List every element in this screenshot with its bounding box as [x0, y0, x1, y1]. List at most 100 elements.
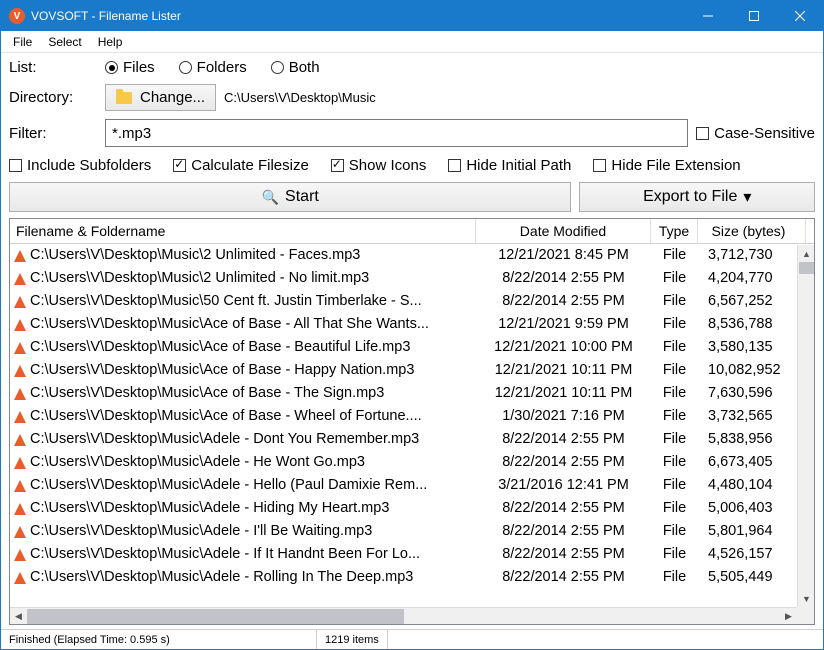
- show-icons-checkbox[interactable]: Show Icons: [331, 157, 427, 174]
- cell-date: 8/22/2014 2:55 PM: [476, 497, 651, 520]
- cell-filename: C:\Users\V\Desktop\Music\2 Unlimited - N…: [30, 267, 369, 290]
- table-row[interactable]: C:\Users\V\Desktop\Music\50 Cent ft. Jus…: [10, 290, 814, 313]
- radio-files[interactable]: Files: [105, 59, 155, 76]
- cell-size: 5,838,956: [698, 428, 806, 451]
- cell-date: 12/21/2021 9:59 PM: [476, 313, 651, 336]
- scroll-right-arrow-icon[interactable]: ▶: [780, 608, 797, 625]
- checkbox-icon: [593, 159, 606, 172]
- scroll-down-arrow-icon[interactable]: ▼: [798, 590, 815, 607]
- cell-date: 3/21/2016 12:41 PM: [476, 474, 651, 497]
- menubar: File Select Help: [1, 31, 823, 53]
- cell-type: File: [651, 405, 698, 428]
- window-title: VOVSOFT - Filename Lister: [31, 9, 181, 23]
- table-row[interactable]: C:\Users\V\Desktop\Music\2 Unlimited - F…: [10, 244, 814, 267]
- vlc-file-icon: [14, 434, 26, 446]
- cell-size: 3,712,730: [698, 244, 806, 267]
- table-row[interactable]: C:\Users\V\Desktop\Music\Adele - Hello (…: [10, 474, 814, 497]
- include-subfolders-label: Include Subfolders: [27, 157, 151, 174]
- scroll-thumb-h[interactable]: [27, 609, 404, 624]
- cell-size: 5,801,964: [698, 520, 806, 543]
- cell-size: 5,006,403: [698, 497, 806, 520]
- table-row[interactable]: C:\Users\V\Desktop\Music\Adele - Dont Yo…: [10, 428, 814, 451]
- menu-select[interactable]: Select: [40, 33, 89, 51]
- cell-filename: C:\Users\V\Desktop\Music\Ace of Base - W…: [30, 405, 422, 428]
- radio-dot-icon: [271, 61, 284, 74]
- vlc-file-icon: [14, 296, 26, 308]
- start-button-label: Start: [285, 188, 319, 206]
- cell-type: File: [651, 474, 698, 497]
- radio-files-label: Files: [123, 59, 155, 76]
- column-header-date[interactable]: Date Modified: [476, 219, 651, 243]
- include-subfolders-checkbox[interactable]: Include Subfolders: [9, 157, 151, 174]
- table-row[interactable]: C:\Users\V\Desktop\Music\2 Unlimited - N…: [10, 267, 814, 290]
- radio-folders-label: Folders: [197, 59, 247, 76]
- folder-icon: [116, 92, 132, 104]
- dropdown-arrow-icon: ▾: [743, 187, 751, 207]
- export-button[interactable]: Export to File ▾: [579, 182, 815, 212]
- radio-dot-icon: [105, 61, 118, 74]
- cell-type: File: [651, 451, 698, 474]
- vertical-scrollbar[interactable]: ▲ ▼: [797, 245, 814, 607]
- magnifier-icon: 🔍: [262, 189, 279, 206]
- show-icons-label: Show Icons: [349, 157, 427, 174]
- start-button[interactable]: 🔍 Start: [9, 182, 571, 212]
- table-row[interactable]: C:\Users\V\Desktop\Music\Adele - Hiding …: [10, 497, 814, 520]
- cell-filename: C:\Users\V\Desktop\Music\50 Cent ft. Jus…: [30, 290, 422, 313]
- cell-size: 4,204,770: [698, 267, 806, 290]
- export-button-label: Export to File: [643, 188, 737, 206]
- menu-file[interactable]: File: [5, 33, 40, 51]
- scroll-left-arrow-icon[interactable]: ◀: [10, 608, 27, 625]
- vlc-file-icon: [14, 526, 26, 538]
- cell-type: File: [651, 359, 698, 382]
- table-row[interactable]: C:\Users\V\Desktop\Music\Ace of Base - W…: [10, 405, 814, 428]
- table-row[interactable]: C:\Users\V\Desktop\Music\Adele - I'll Be…: [10, 520, 814, 543]
- column-header-type[interactable]: Type: [651, 219, 698, 243]
- horizontal-scrollbar[interactable]: ◀ ▶: [10, 607, 797, 624]
- cell-type: File: [651, 336, 698, 359]
- cell-date: 8/22/2014 2:55 PM: [476, 566, 651, 589]
- close-button[interactable]: [777, 1, 823, 31]
- titlebar: V VOVSOFT - Filename Lister: [1, 1, 823, 31]
- filter-input[interactable]: [105, 119, 688, 147]
- filter-label: Filter:: [9, 125, 97, 142]
- status-elapsed: Finished (Elapsed Time: 0.595 s): [1, 630, 317, 649]
- table-row[interactable]: C:\Users\V\Desktop\Music\Ace of Base - B…: [10, 336, 814, 359]
- cell-date: 8/22/2014 2:55 PM: [476, 428, 651, 451]
- cell-type: File: [651, 566, 698, 589]
- minimize-button[interactable]: [685, 1, 731, 31]
- cell-type: File: [651, 428, 698, 451]
- list-body[interactable]: C:\Users\V\Desktop\Music\2 Unlimited - F…: [10, 244, 814, 624]
- window-buttons: [685, 1, 823, 31]
- scroll-up-arrow-icon[interactable]: ▲: [798, 245, 815, 262]
- radio-dot-icon: [179, 61, 192, 74]
- cell-date: 12/21/2021 10:11 PM: [476, 359, 651, 382]
- table-row[interactable]: C:\Users\V\Desktop\Music\Ace of Base - H…: [10, 359, 814, 382]
- scroll-thumb-v[interactable]: [799, 262, 814, 274]
- table-row[interactable]: C:\Users\V\Desktop\Music\Adele - He Wont…: [10, 451, 814, 474]
- maximize-button[interactable]: [731, 1, 777, 31]
- radio-folders[interactable]: Folders: [179, 59, 247, 76]
- hide-initial-path-checkbox[interactable]: Hide Initial Path: [448, 157, 571, 174]
- table-row[interactable]: C:\Users\V\Desktop\Music\Adele - Rolling…: [10, 566, 814, 589]
- cell-filename: C:\Users\V\Desktop\Music\Adele - Dont Yo…: [30, 428, 419, 451]
- cell-filename: C:\Users\V\Desktop\Music\Adele - Hiding …: [30, 497, 389, 520]
- cell-filename: C:\Users\V\Desktop\Music\Ace of Base - B…: [30, 336, 410, 359]
- column-header-filename[interactable]: Filename & Foldername: [10, 219, 476, 243]
- table-row[interactable]: C:\Users\V\Desktop\Music\Ace of Base - A…: [10, 313, 814, 336]
- cell-date: 12/21/2021 8:45 PM: [476, 244, 651, 267]
- cell-type: File: [651, 543, 698, 566]
- list-header: Filename & Foldername Date Modified Type…: [10, 219, 814, 244]
- case-sensitive-checkbox[interactable]: Case-Sensitive: [696, 125, 815, 142]
- table-row[interactable]: C:\Users\V\Desktop\Music\Adele - If It H…: [10, 543, 814, 566]
- cell-date: 8/22/2014 2:55 PM: [476, 543, 651, 566]
- change-directory-button[interactable]: Change...: [105, 84, 216, 111]
- vlc-file-icon: [14, 319, 26, 331]
- column-header-size[interactable]: Size (bytes): [698, 219, 806, 243]
- hide-file-extension-checkbox[interactable]: Hide File Extension: [593, 157, 740, 174]
- toolbar: List: Files Folders Both Directory: Chan…: [1, 53, 823, 182]
- radio-both[interactable]: Both: [271, 59, 320, 76]
- table-row[interactable]: C:\Users\V\Desktop\Music\Ace of Base - T…: [10, 382, 814, 405]
- cell-filename: C:\Users\V\Desktop\Music\Adele - Hello (…: [30, 474, 427, 497]
- menu-help[interactable]: Help: [90, 33, 131, 51]
- calculate-filesize-checkbox[interactable]: Calculate Filesize: [173, 157, 309, 174]
